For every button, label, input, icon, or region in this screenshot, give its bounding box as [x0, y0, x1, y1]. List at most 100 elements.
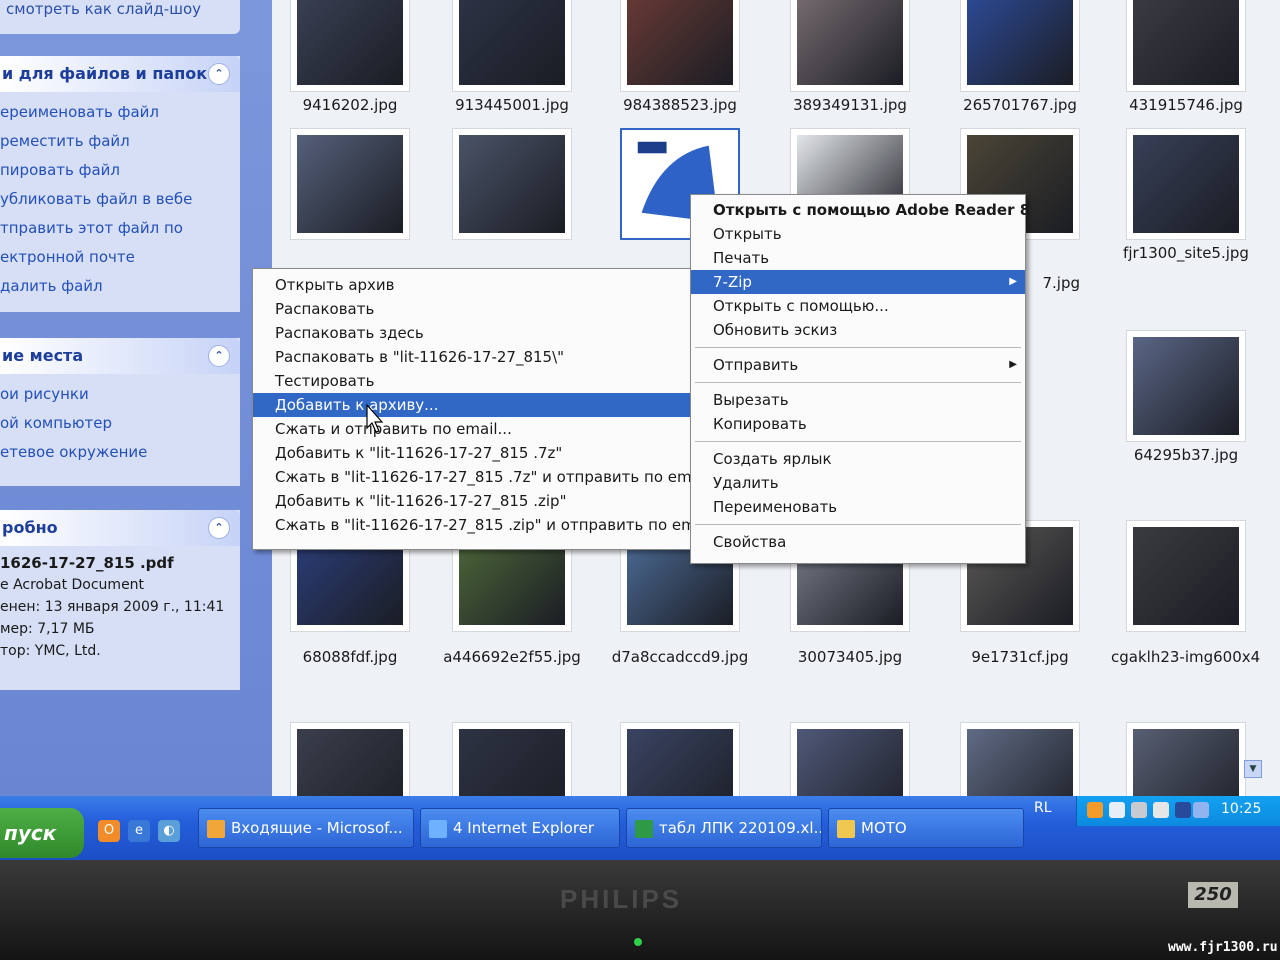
thumbnail-caption[interactable]: d7a8ccadccd9.jpg — [605, 648, 755, 666]
other-places-panel: ие места ⌃ ои рисунки ой компьютер етевое … — [0, 338, 240, 486]
scroll-down-arrow-icon[interactable]: ▼ — [1244, 760, 1262, 778]
system-tray: 10:25 — [1076, 796, 1280, 826]
thumbnail-image — [797, 0, 903, 85]
context-menu-item[interactable]: Копировать — [691, 412, 1025, 436]
file-thumbnail[interactable] — [1126, 0, 1246, 92]
file-task-link[interactable]: ектронной почте — [0, 243, 240, 272]
7zip-menu-item[interactable]: Открыть архив — [253, 273, 695, 297]
7zip-menu-item[interactable]: Добавить к архиву... — [253, 393, 695, 417]
file-task-link[interactable]: реместить файл — [0, 127, 240, 156]
taskbar-window-button[interactable]: 4 Internet Explorer — [420, 808, 620, 848]
thumbnail-caption[interactable]: 9416202.jpg — [275, 96, 425, 114]
file-thumbnail[interactable] — [290, 128, 410, 240]
7zip-menu-item[interactable]: Добавить к "lit-11626-17-27_815 .zip" — [253, 489, 695, 513]
language-indicator[interactable]: RL — [1034, 800, 1052, 816]
tray-security-icon[interactable] — [1175, 802, 1191, 818]
thumbnail-caption[interactable]: 984388523.jpg — [605, 96, 755, 114]
7zip-menu-item[interactable]: Распаковать здесь — [253, 321, 695, 345]
start-button[interactable]: пуск — [0, 808, 84, 858]
other-place-link[interactable]: ой компьютер — [0, 409, 240, 438]
7zip-menu-item[interactable]: Сжать в "lit-11626-17-27_815 .7z" и отпр… — [253, 465, 709, 489]
thumbnail-image — [459, 135, 565, 233]
thumbnail-caption[interactable]: 64295b37.jpg — [1111, 446, 1261, 464]
file-thumbnail[interactable] — [290, 0, 410, 92]
7zip-menu-item[interactable]: Добавить к "lit-11626-17-27_815 .7z" — [253, 441, 695, 465]
menu-item-label: Тестировать — [275, 372, 375, 390]
file-task-link[interactable]: ереименовать файл — [0, 98, 240, 127]
file-thumbnail[interactable] — [620, 0, 740, 92]
context-menu-item[interactable]: Переименовать — [691, 495, 1025, 519]
file-task-link[interactable]: далить файл — [0, 272, 240, 301]
context-menu-item[interactable]: Открыть с помощью... — [691, 294, 1025, 318]
context-menu-item[interactable]: Открыть — [691, 222, 1025, 246]
7zip-menu-item[interactable]: Тестировать — [253, 369, 695, 393]
thumbnail-caption[interactable]: cgaklh23-img600x450-... — [1111, 648, 1261, 666]
thumbnail-caption[interactable]: 389349131.jpg — [775, 96, 925, 114]
clock[interactable]: 10:25 — [1221, 801, 1261, 817]
7zip-menu-item[interactable]: Сжать в "lit-11626-17-27_815 .zip" и отп… — [253, 513, 713, 537]
thumbnail-caption[interactable]: fjr1300_site5.jpg — [1111, 244, 1261, 262]
other-places-header[interactable]: ие места ⌃ — [0, 338, 240, 374]
quicklaunch-desktop-icon[interactable]: ◐ — [158, 820, 180, 842]
thumbnail-image — [297, 135, 403, 233]
file-task-link[interactable]: пировать файл — [0, 156, 240, 185]
taskbar-window-button[interactable]: табл ЛПК 220109.xl... — [626, 808, 822, 848]
thumbnail-caption[interactable]: 30073405.jpg — [775, 648, 925, 666]
taskbar-window-button[interactable]: МОТО — [828, 808, 1024, 848]
context-menu-item[interactable]: Обновить эскиз — [691, 318, 1025, 342]
menu-item-label: Сжать и отправить по email... — [275, 420, 512, 438]
thumbnail-caption[interactable]: 9e1731cf.jpg — [945, 648, 1095, 666]
context-menu-item[interactable]: 7-Zip ▶ — [691, 270, 1025, 294]
thumbnail-caption[interactable]: 265701767.jpg — [945, 96, 1095, 114]
file-tasks-title: и для файлов и папок — [2, 64, 208, 83]
context-menu-item[interactable]: Отправить ▶ — [691, 353, 1025, 377]
tray-volume-icon[interactable] — [1131, 802, 1147, 818]
thumbnail-caption[interactable]: a446692e2f55.jpg — [437, 648, 587, 666]
context-menu-item[interactable]: Создать ярлык — [691, 447, 1025, 471]
thumbnail-image — [1133, 527, 1239, 625]
thumbnail-caption[interactable]: 68088fdf.jpg — [275, 648, 425, 666]
power-led-icon — [634, 938, 642, 946]
menu-item-label: Добавить к "lit-11626-17-27_815 .zip" — [275, 492, 567, 510]
collapse-icon[interactable]: ⌃ — [208, 517, 230, 539]
other-place-link[interactable]: етевое окружение — [0, 438, 240, 467]
file-thumbnail[interactable] — [452, 0, 572, 92]
file-thumbnail[interactable] — [790, 0, 910, 92]
menu-item-label: Открыть архив — [275, 276, 395, 294]
menu-item-label: Распаковать здесь — [275, 324, 424, 342]
context-menu-item[interactable]: Открыть с помощью Adobe Reader 8 — [691, 198, 1030, 222]
file-thumbnail[interactable] — [1126, 520, 1246, 632]
tray-update-icon[interactable] — [1193, 802, 1209, 818]
menu-item-label: Свойства — [713, 533, 787, 551]
file-task-link[interactable]: убликовать файл в вебе — [0, 185, 240, 214]
context-menu-item[interactable]: Удалить — [691, 471, 1025, 495]
7zip-menu-item[interactable]: Распаковать — [253, 297, 695, 321]
details-author: тор: YMC, Ltd. — [0, 643, 101, 659]
collapse-icon[interactable]: ⌃ — [208, 345, 230, 367]
quicklaunch-ie-icon[interactable]: e — [128, 820, 150, 842]
file-task-link[interactable]: тправить этот файл по — [0, 214, 240, 243]
tray-device-icon[interactable] — [1153, 802, 1169, 818]
context-menu-item[interactable]: Вырезать — [691, 388, 1025, 412]
other-place-link[interactable]: ои рисунки — [0, 380, 240, 409]
file-tasks-header[interactable]: и для файлов и папок ⌃ — [0, 56, 240, 92]
file-thumbnail[interactable] — [1126, 128, 1246, 240]
quicklaunch-outlook-icon[interactable]: O — [98, 820, 120, 842]
details-header[interactable]: робно ⌃ — [0, 510, 240, 546]
tray-outlook-icon[interactable] — [1087, 802, 1103, 818]
context-menu-item[interactable]: Свойства — [691, 530, 1025, 554]
menu-item-label: Сжать в "lit-11626-17-27_815 .zip" и отп… — [275, 516, 714, 534]
7zip-menu-item[interactable]: Сжать и отправить по email... — [253, 417, 695, 441]
file-thumbnail[interactable] — [960, 0, 1080, 92]
menu-item-label: Копировать — [713, 415, 807, 433]
tray-network-icon[interactable] — [1109, 802, 1125, 818]
file-thumbnail[interactable] — [452, 128, 572, 240]
file-thumbnail[interactable] — [1126, 330, 1246, 442]
context-menu-item[interactable]: Печать — [691, 246, 1025, 270]
thumbnail-caption[interactable]: 431915746.jpg — [1111, 96, 1261, 114]
collapse-icon[interactable]: ⌃ — [208, 63, 230, 85]
7zip-menu-item[interactable]: Распаковать в "lit-11626-17-27_815\" — [253, 345, 695, 369]
taskbar-window-button[interactable]: Входящие - Microsof... — [198, 808, 414, 848]
slideshow-link[interactable]: смотреть как слайд-шоу — [0, 0, 240, 34]
thumbnail-caption[interactable]: 913445001.jpg — [437, 96, 587, 114]
